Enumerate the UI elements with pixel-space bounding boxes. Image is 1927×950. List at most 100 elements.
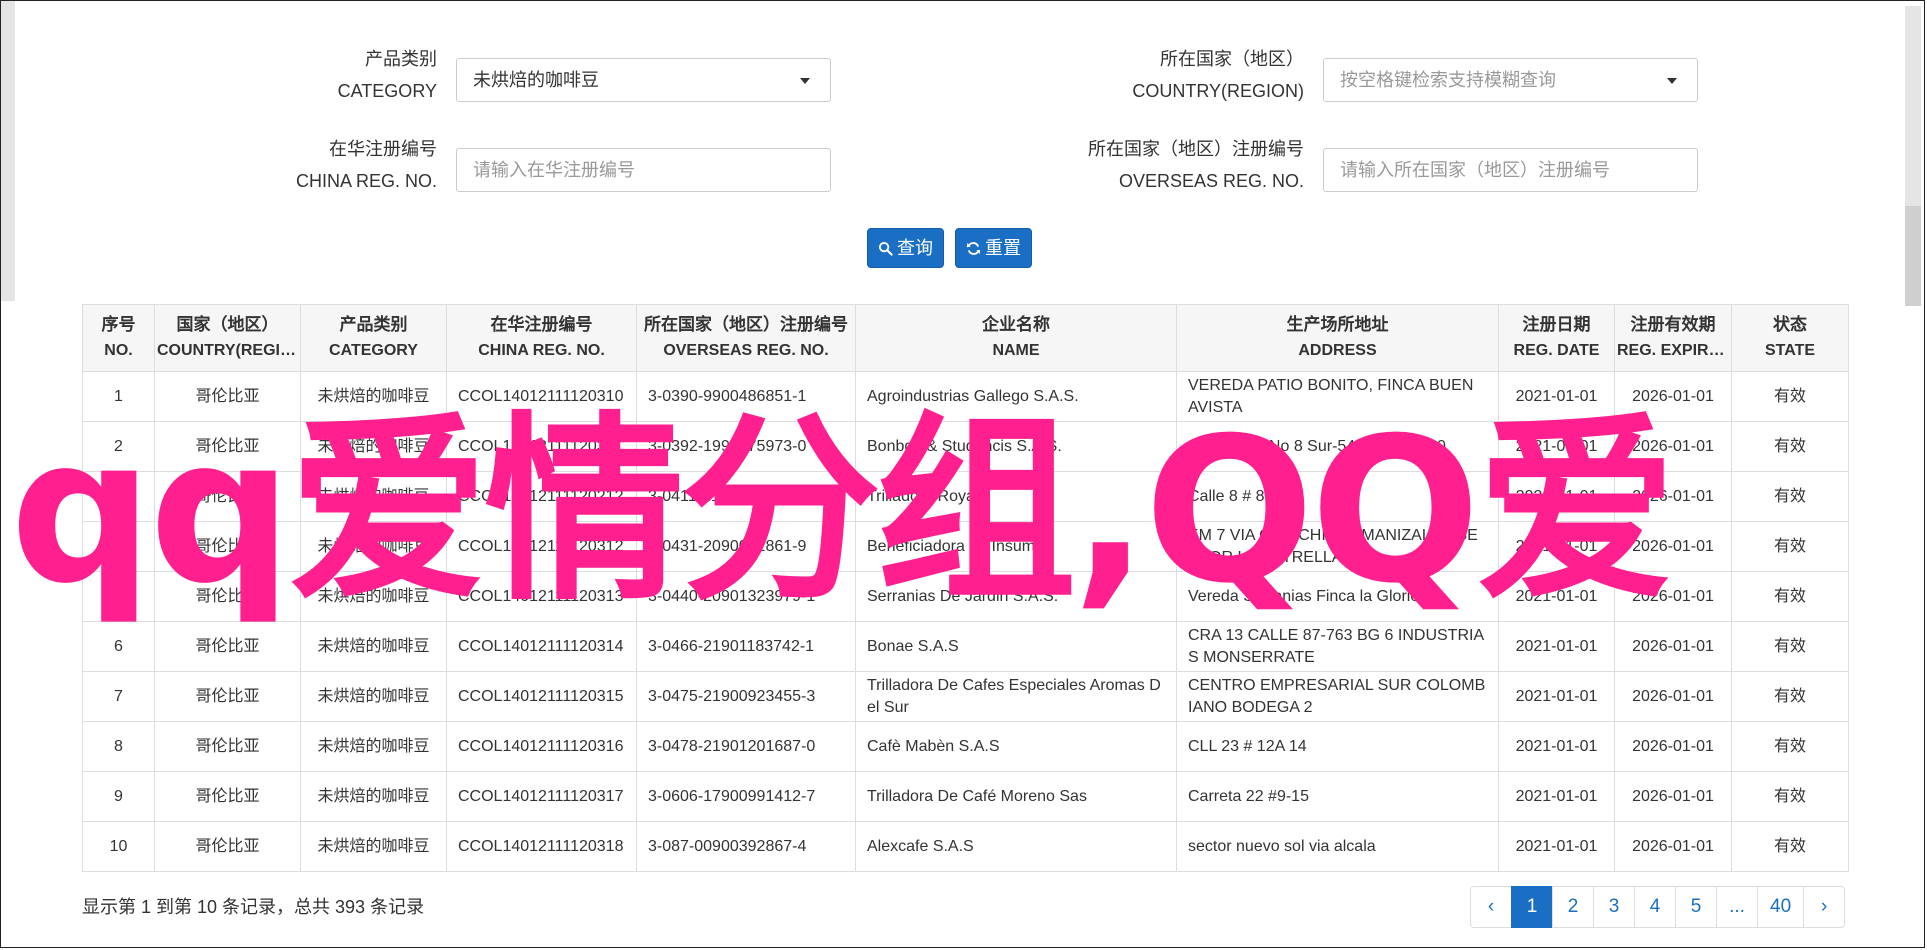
scrollbar-thumb[interactable] — [1905, 206, 1921, 306]
column-header-en: NAME — [992, 342, 1040, 359]
column-header-en: REG. EXPIRE ... — [1617, 342, 1729, 359]
table-cell: 3-0431-2090021861-9 — [636, 521, 856, 572]
page-link[interactable]: 40 — [1757, 886, 1805, 928]
table-cell: CCOL14012111120318 — [446, 821, 637, 872]
column-header-cn: 所在国家（地区）注册编号 — [644, 315, 848, 334]
reset-button[interactable]: 重置 — [955, 228, 1032, 268]
page-link[interactable]: 4 — [1634, 886, 1676, 928]
table-row[interactable]: 9 哥伦比亚 未烘焙的咖啡豆 CCOL14012111120317 3-0606-179… — [82, 771, 1849, 822]
category-label-cn: 产品类别 — [365, 49, 437, 69]
column-header[interactable]: 所在国家（地区）注册编号 OVERSEAS REG. NO. — [636, 304, 856, 372]
table-cell: 2021-01-01 — [1498, 821, 1615, 872]
table-cell: 未烘焙的咖啡豆 — [300, 571, 447, 622]
table-cell: CCOL14012111120316 — [446, 721, 637, 772]
table-cell: 有效 — [1731, 771, 1849, 822]
table-cell: 2021-01-01 — [1498, 671, 1615, 722]
table-cell: 未烘焙的咖啡豆 — [300, 671, 447, 722]
country-label-cn: 所在国家（地区） — [1160, 49, 1304, 69]
table-cell: 2021-01-01 — [1498, 571, 1615, 622]
app-window: 产品类别 CATEGORY 未烘焙的咖啡豆 所在国家（地区） COUNTRY(R… — [0, 0, 1925, 948]
column-header-en: CHINA REG. NO. — [478, 342, 605, 359]
column-header-cn: 状态 — [1773, 315, 1807, 334]
table-cell: 2021-01-01 — [1498, 371, 1615, 422]
table-cell: 2021-01-01 — [1498, 521, 1615, 572]
vertical-scrollbar[interactable] — [1905, 6, 1921, 306]
china-reg-label: 在华注册编号 CHINA REG. NO. — [251, 133, 437, 197]
table-cell: 有效 — [1731, 621, 1849, 672]
table-cell: Trilladora De Cafes Especiales Aromas De… — [855, 671, 1177, 722]
table-cell: CCOL14012111120315 — [446, 671, 637, 722]
table-cell: CCOL14012111120212 — [446, 471, 637, 522]
column-header-cn: 国家（地区） — [176, 315, 279, 334]
table-cell: Vereda Serranias Finca la Glorieta — [1176, 571, 1499, 622]
table-row[interactable]: 10 哥伦比亚 未烘焙的咖啡豆 CCOL14012111120318 3-087-009… — [82, 821, 1849, 872]
table-cell: 8 — [82, 721, 155, 772]
table-cell: CRA 13 CALLE 87-763 BG 6 INDUSTRIAS MONS… — [1176, 621, 1499, 672]
page-link[interactable]: 1 — [1511, 886, 1553, 928]
china-reg-input[interactable]: 请输入在华注册编号 — [456, 148, 831, 192]
table-cell: 未烘焙的咖啡豆 — [300, 771, 447, 822]
table-row[interactable]: 8 哥伦比亚 未烘焙的咖啡豆 CCOL14012111120316 3-0478-219… — [82, 721, 1849, 772]
column-header-en: CATEGORY — [329, 342, 418, 359]
table-body: 1 哥伦比亚 未烘焙的咖啡豆 CCOL14012111120310 3-0390-990… — [82, 371, 1849, 872]
country-label-en: COUNTRY(REGION) — [1132, 81, 1304, 101]
table-cell: Trilladora Royal — [855, 471, 1177, 522]
table-cell: 2021-01-01 — [1498, 771, 1615, 822]
table-cell: 哥伦比亚 — [154, 521, 301, 572]
table-cell: CCOL14012111120314 — [446, 621, 637, 672]
table-row[interactable]: 6 哥伦比亚 未烘焙的咖啡豆 CCOL14012111120314 3-0466-219… — [82, 621, 1849, 672]
table-row[interactable]: 4 哥伦比亚 未烘焙的咖啡豆 CCOL14012111120312 3-0431-209… — [82, 521, 1849, 572]
page-link[interactable]: ‹ — [1470, 886, 1512, 928]
page-link[interactable]: 3 — [1593, 886, 1635, 928]
column-header[interactable]: 注册有效期 REG. EXPIRE ... — [1614, 304, 1732, 372]
table-cell: 哥伦比亚 — [154, 621, 301, 672]
table-cell: 3-0606-17900991412-7 — [636, 771, 856, 822]
table-cell: 10 — [82, 821, 155, 872]
table-cell: 未烘焙的咖啡豆 — [300, 421, 447, 472]
table-row[interactable]: 3 哥伦比亚 未烘焙的咖啡豆 CCOL14012111120212 3-0411-219… — [82, 471, 1849, 522]
table-cell: 7 — [82, 671, 155, 722]
query-button[interactable]: 查询 — [867, 228, 944, 268]
table-cell: 2026-01-01 — [1614, 771, 1732, 822]
column-header[interactable]: 状态 STATE — [1731, 304, 1849, 372]
table-row[interactable]: 5 哥伦比亚 未烘焙的咖啡豆 CCOL14012111120313 3-0440-209… — [82, 571, 1849, 622]
table-cell: CCOL14012111120317 — [446, 771, 637, 822]
table-cell: 2026-01-01 — [1614, 721, 1732, 772]
column-header[interactable]: 生产场所地址 ADDRESS — [1176, 304, 1499, 372]
table-cell: 有效 — [1731, 371, 1849, 422]
column-header[interactable]: 序号 NO. — [82, 304, 155, 372]
table-cell: 未烘焙的咖啡豆 — [300, 721, 447, 772]
overseas-reg-input[interactable]: 请输入所在国家（地区）注册编号 — [1323, 148, 1698, 192]
table-row[interactable]: 7 哥伦比亚 未烘焙的咖啡豆 CCOL14012111120315 3-0475-219… — [82, 671, 1849, 722]
column-header[interactable]: 企业名称 NAME — [855, 304, 1177, 372]
column-header[interactable]: 注册日期 REG. DATE — [1498, 304, 1615, 372]
table-cell: 未烘焙的咖啡豆 — [300, 521, 447, 572]
table-cell: 2021-01-01 — [1498, 621, 1615, 672]
chevron-down-icon — [800, 78, 810, 84]
table-header: 序号 NO. 国家（地区） COUNTRY(REGIO... 产品类别 CATEGORY 在… — [82, 304, 1849, 372]
category-label: 产品类别 CATEGORY — [251, 43, 437, 107]
page-link[interactable]: › — [1803, 886, 1846, 928]
table-cell: 哥伦比亚 — [154, 421, 301, 472]
china-reg-label-cn: 在华注册编号 — [329, 139, 437, 159]
table-cell: 哥伦比亚 — [154, 771, 301, 822]
table-cell: CLL 23 # 12A 14 — [1176, 721, 1499, 772]
country-select[interactable]: 按空格键检索支持模糊查询 — [1323, 58, 1698, 102]
table-cell: 3-0478-21901201687-0 — [636, 721, 856, 772]
page-link[interactable]: 5 — [1675, 886, 1717, 928]
page-link[interactable]: 2 — [1552, 886, 1594, 928]
category-select[interactable]: 未烘焙的咖啡豆 — [456, 58, 831, 102]
table-cell: 2026-01-01 — [1614, 671, 1732, 722]
table-cell: 1 — [82, 371, 155, 422]
table-cell: Agroindustrias Gallego S.A.S. — [855, 371, 1177, 422]
table-cell: Beneficiadora de Insumos — [855, 521, 1177, 572]
column-header[interactable]: 国家（地区） COUNTRY(REGIO... — [154, 304, 301, 372]
page-link[interactable]: ... — [1716, 886, 1758, 928]
table-row[interactable]: 1 哥伦比亚 未烘焙的咖啡豆 CCOL14012111120310 3-0390-990… — [82, 371, 1849, 422]
left-rail — [1, 1, 15, 301]
table-row[interactable]: 2 哥伦比亚 未烘焙的咖啡豆 CCOL14012111120311 3-0392-199… — [82, 421, 1849, 472]
column-header[interactable]: 产品类别 CATEGORY — [300, 304, 447, 372]
table-cell: 有效 — [1731, 571, 1849, 622]
column-header[interactable]: 在华注册编号 CHINA REG. NO. — [446, 304, 637, 372]
table-cell: 3-0475-21900923455-3 — [636, 671, 856, 722]
